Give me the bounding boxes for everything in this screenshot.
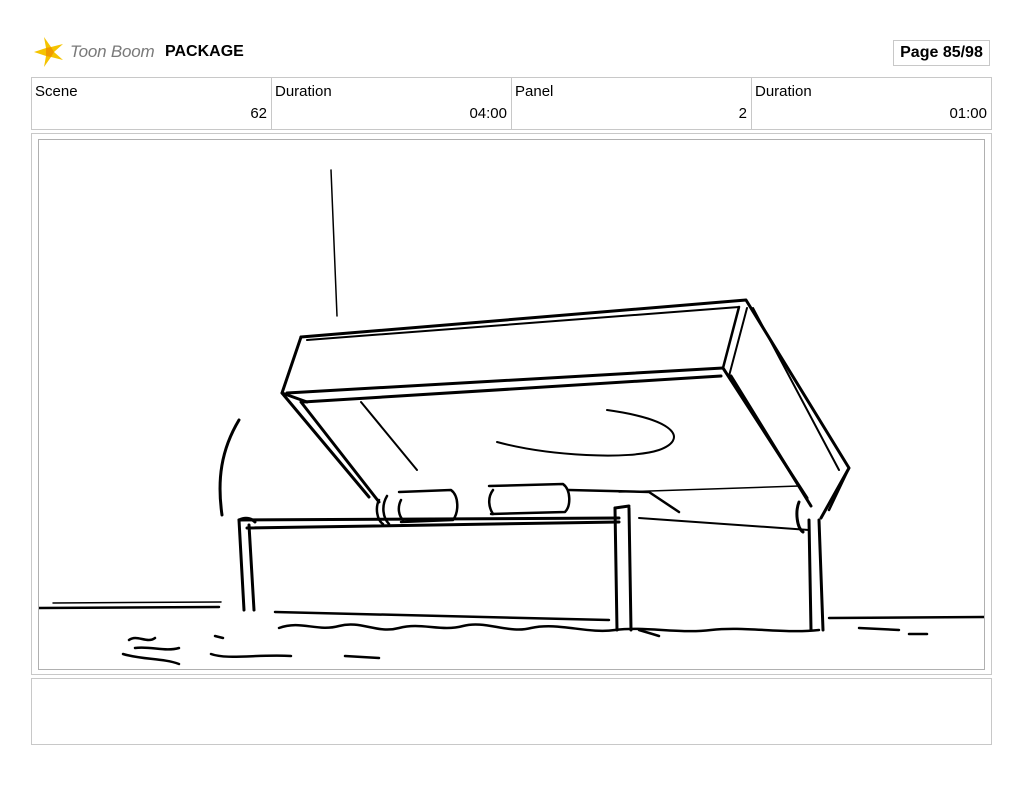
- hanging-line: [330, 169, 338, 317]
- info-row: Scene 62 Duration 04:00 Panel 2 Duration…: [31, 77, 992, 130]
- page-indicator: Page 85/98: [893, 40, 990, 66]
- scene-value: 62: [250, 105, 267, 122]
- scene-label: Scene: [35, 83, 78, 100]
- ground-lines: [39, 601, 984, 666]
- toon-boom-logo: Toon Boom: [32, 34, 155, 70]
- panel-duration-value: 01:00: [949, 105, 987, 122]
- panel-duration-cell: Duration 01:00: [752, 78, 991, 129]
- chest-body: [237, 500, 825, 632]
- scene-duration-label: Duration: [275, 83, 332, 100]
- lid-oval: [496, 409, 675, 457]
- curved-stroke: [218, 418, 241, 517]
- notes-box: [31, 678, 992, 745]
- panel-cell: Panel 2: [512, 78, 752, 129]
- panel-image: [38, 139, 985, 670]
- panel-duration-label: Duration: [755, 83, 812, 100]
- logo-text: Toon Boom: [70, 42, 155, 61]
- scene-duration-cell: Duration 04:00: [272, 78, 512, 129]
- toon-boom-star-icon: [34, 37, 63, 67]
- project-name: PACKAGE: [165, 43, 244, 60]
- scene-cell: Scene 62: [32, 78, 272, 129]
- open-chest-sketch: [39, 169, 984, 666]
- panel-value: 2: [738, 105, 747, 122]
- panel-label: Panel: [515, 83, 554, 100]
- scene-duration-value: 04:00: [469, 105, 507, 122]
